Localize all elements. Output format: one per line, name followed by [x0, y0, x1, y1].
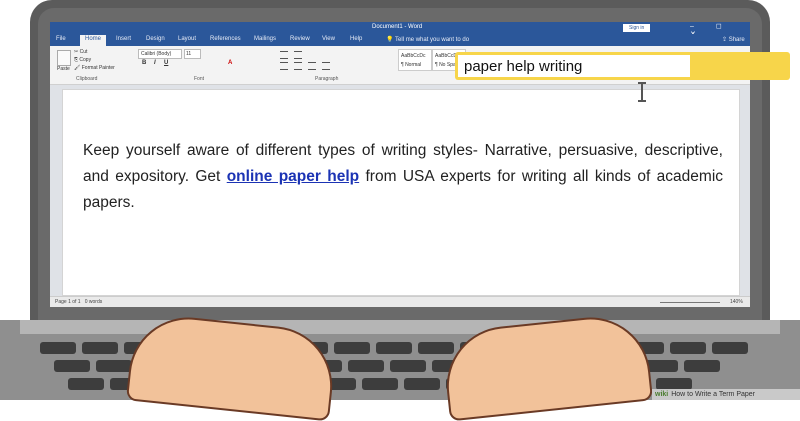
- style-normal[interactable]: AaBbCcDc ¶ Normal: [398, 49, 432, 71]
- tab-help[interactable]: Help: [350, 36, 362, 42]
- style-preview-normal: AaBbCcDc: [401, 53, 426, 59]
- tab-mailings[interactable]: Mailings: [254, 36, 276, 42]
- font-color-icon[interactable]: A: [228, 60, 232, 66]
- format-painter-label: Format Painter: [81, 65, 115, 71]
- tab-layout[interactable]: Layout: [178, 36, 196, 42]
- sign-in-button[interactable]: Sign in: [623, 24, 651, 32]
- cut-label: Cut: [79, 49, 88, 55]
- text-cursor-icon: [638, 82, 646, 102]
- clipboard-group-label: Clipboard: [76, 76, 98, 82]
- tab-review[interactable]: Review: [290, 36, 310, 42]
- tab-references[interactable]: References: [210, 36, 241, 42]
- laptop-keyboard: [0, 320, 800, 400]
- italic-button[interactable]: I: [154, 60, 156, 66]
- document-paragraph[interactable]: Keep yourself aware of different types o…: [83, 138, 723, 216]
- watermark-brand: wiki: [655, 391, 669, 398]
- share-button[interactable]: ⇪ Share: [722, 36, 745, 43]
- font-group-label: Font: [194, 76, 205, 82]
- copy-button[interactable]: ⎘ Copy: [74, 57, 91, 63]
- status-info: Page 1 of 1 0 words: [55, 299, 102, 305]
- search-highlight-box: [455, 52, 790, 80]
- font-size-select[interactable]: 11: [184, 49, 201, 59]
- tab-file[interactable]: File: [56, 36, 66, 42]
- search-input[interactable]: [458, 55, 690, 77]
- word-count: 0 words: [84, 299, 103, 305]
- share-icon: ⇪: [722, 37, 728, 43]
- online-paper-help-link[interactable]: online paper help: [227, 168, 359, 185]
- ribbon-tabs: File Home Insert Design Layout Reference…: [50, 34, 750, 46]
- cut-button[interactable]: ✂ Cut: [74, 49, 87, 55]
- title-bar: Document1 - Word Sign in – ◻ ✕: [50, 22, 750, 38]
- zoom-level: 140%: [730, 299, 743, 305]
- share-label: Share: [728, 37, 745, 43]
- align-right-icon[interactable]: [308, 62, 316, 70]
- status-bar: Page 1 of 1 0 words 140%: [50, 296, 750, 307]
- paragraph-group-label: Paragraph: [315, 76, 339, 82]
- underline-button[interactable]: U: [164, 60, 168, 66]
- wikihow-watermark: wiki How to Write a Term Paper: [652, 389, 800, 400]
- format-painter-button[interactable]: 🖌 Format Painter: [74, 65, 115, 71]
- keyboard-hinge: [20, 320, 780, 334]
- align-center-icon[interactable]: [294, 62, 302, 70]
- watermark-text: How to Write a Term Paper: [671, 391, 756, 398]
- zoom-slider[interactable]: [660, 302, 720, 303]
- page-info: Page 1 of 1: [55, 299, 81, 305]
- document-area: Keep yourself aware of different types o…: [50, 85, 750, 296]
- bullets-icon[interactable]: [280, 51, 288, 59]
- tab-design[interactable]: Design: [146, 36, 165, 42]
- bold-button[interactable]: B: [142, 60, 146, 66]
- style-name-normal: ¶ Normal: [401, 62, 422, 68]
- tell-me-label: Tell me what you want to do: [395, 37, 470, 43]
- tell-me-search[interactable]: 💡 Tell me what you want to do: [386, 36, 469, 43]
- justify-icon[interactable]: [322, 62, 330, 70]
- copy-label: Copy: [79, 57, 92, 63]
- numbering-icon[interactable]: [294, 51, 302, 59]
- document-page[interactable]: Keep yourself aware of different types o…: [62, 89, 740, 296]
- font-name-select[interactable]: Calibri (Body): [138, 49, 182, 59]
- tab-home[interactable]: Home: [80, 35, 107, 46]
- paste-icon[interactable]: [57, 50, 71, 66]
- tab-insert[interactable]: Insert: [116, 36, 131, 42]
- window-title: Document1 - Word: [372, 24, 423, 30]
- tab-view[interactable]: View: [322, 36, 335, 42]
- paste-label: Paste: [57, 66, 70, 72]
- align-left-icon[interactable]: [280, 62, 288, 70]
